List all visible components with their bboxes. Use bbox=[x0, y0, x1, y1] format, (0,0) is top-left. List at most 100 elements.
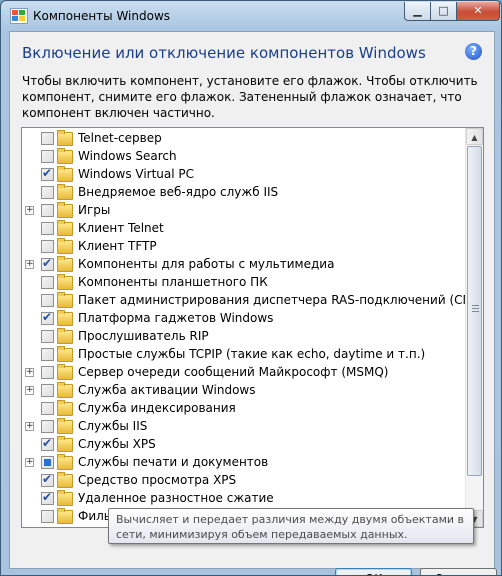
feature-label: Telnet-сервер bbox=[78, 131, 162, 145]
feature-row[interactable]: Клиент TFTP bbox=[22, 238, 462, 256]
help-icon[interactable]: ? bbox=[465, 43, 482, 60]
feature-checkbox[interactable] bbox=[41, 366, 54, 379]
feature-checkbox[interactable] bbox=[41, 490, 54, 505]
expand-icon[interactable]: + bbox=[25, 458, 34, 467]
feature-checkbox[interactable] bbox=[41, 456, 54, 469]
feature-row[interactable]: Прослушиватель RIP bbox=[22, 328, 462, 346]
feature-label: Службы печати и документов bbox=[78, 455, 269, 469]
dialog-window: Компоненты Windows ▁ □ ✕ Включение или о… bbox=[0, 0, 502, 576]
feature-label: Windows Search bbox=[78, 149, 177, 163]
feature-checkbox[interactable] bbox=[41, 472, 54, 487]
feature-checkbox[interactable] bbox=[41, 222, 54, 235]
feature-label: Пакет администрирования диспетчера RAS-п… bbox=[78, 293, 484, 307]
folder-icon bbox=[57, 292, 73, 308]
folder-icon bbox=[57, 472, 73, 488]
feature-label: Простые службы TCPIP (такие как echo, da… bbox=[78, 347, 426, 361]
folder-icon bbox=[57, 184, 73, 200]
feature-row[interactable]: Удаленное разностное сжатие bbox=[22, 490, 462, 508]
feature-row[interactable]: Службы XPS bbox=[22, 436, 462, 454]
vertical-scrollbar[interactable]: ▲ ▼ bbox=[465, 128, 483, 527]
feature-label: Windows Virtual PC bbox=[78, 167, 195, 181]
close-button[interactable]: ✕ bbox=[456, 2, 500, 21]
feature-label: Средство просмотра XPS bbox=[78, 473, 237, 487]
expand-icon[interactable]: + bbox=[25, 368, 34, 377]
title-bar[interactable]: Компоненты Windows ▁ □ ✕ bbox=[1, 1, 501, 31]
folder-icon bbox=[57, 364, 73, 380]
scroll-up-arrow-icon[interactable]: ▲ bbox=[466, 128, 483, 145]
expand-icon[interactable]: + bbox=[25, 422, 34, 431]
feature-checkbox[interactable] bbox=[41, 402, 54, 415]
folder-icon bbox=[57, 400, 73, 416]
feature-label: Прослушиватель RIP bbox=[78, 329, 209, 343]
feature-checkbox[interactable] bbox=[41, 166, 54, 181]
feature-row[interactable]: + Службы IIS bbox=[22, 418, 462, 436]
feature-label: Компоненты для работы с мультимедиа bbox=[78, 257, 335, 271]
feature-checkbox[interactable] bbox=[41, 384, 54, 397]
folder-icon bbox=[57, 166, 73, 182]
folder-icon bbox=[57, 382, 73, 398]
feature-row[interactable]: Внедряемое веб-ядро служб IIS bbox=[22, 184, 462, 202]
feature-label: Внедряемое веб-ядро служб IIS bbox=[78, 185, 279, 199]
folder-icon bbox=[57, 310, 73, 326]
feature-checkbox[interactable] bbox=[41, 150, 54, 163]
feature-checkbox[interactable] bbox=[41, 240, 54, 253]
feature-row[interactable]: Средство просмотра XPS bbox=[22, 472, 462, 490]
maximize-button[interactable]: □ bbox=[430, 2, 457, 21]
feature-checkbox[interactable] bbox=[41, 256, 54, 271]
feature-checkbox[interactable] bbox=[41, 348, 54, 361]
feature-tooltip: Вычисляет и передает различия между двум… bbox=[108, 508, 474, 544]
feature-row[interactable]: Платформа гаджетов Windows bbox=[22, 310, 462, 328]
feature-checkbox[interactable] bbox=[41, 276, 54, 289]
feature-row[interactable]: + Службы печати и документов bbox=[22, 454, 462, 472]
feature-label: Игры bbox=[78, 203, 111, 217]
folder-icon bbox=[57, 274, 73, 290]
feature-row[interactable]: Windows Virtual PC bbox=[22, 166, 462, 184]
cancel-button[interactable]: Отмена bbox=[420, 568, 497, 575]
folder-icon bbox=[57, 130, 73, 146]
minimize-button[interactable]: ▁ bbox=[404, 2, 431, 21]
folder-icon bbox=[57, 418, 73, 434]
feature-checkbox[interactable] bbox=[41, 310, 54, 325]
feature-row[interactable]: Компоненты планшетного ПК bbox=[22, 274, 462, 292]
feature-row[interactable]: + Сервер очереди сообщений Майкрософт (MS… bbox=[22, 364, 462, 382]
folder-icon bbox=[57, 508, 73, 524]
feature-checkbox[interactable] bbox=[41, 186, 54, 199]
feature-checkbox[interactable] bbox=[41, 330, 54, 343]
feature-label: Платформа гаджетов Windows bbox=[78, 311, 274, 325]
feature-checkbox[interactable] bbox=[41, 420, 54, 433]
feature-row[interactable]: + Служба активации Windows bbox=[22, 382, 462, 400]
feature-row[interactable]: Telnet-сервер bbox=[22, 130, 462, 148]
feature-row[interactable]: Windows Search bbox=[22, 148, 462, 166]
feature-checkbox[interactable] bbox=[41, 436, 54, 451]
dialog-content: Включение или отключение компонентов Win… bbox=[9, 31, 497, 575]
feature-checkbox[interactable] bbox=[41, 132, 54, 145]
folder-icon bbox=[57, 220, 73, 236]
feature-checkbox[interactable] bbox=[41, 510, 54, 523]
feature-label: Службы XPS bbox=[78, 437, 156, 451]
page-title: Включение или отключение компонентов Win… bbox=[22, 44, 426, 62]
folder-icon bbox=[57, 202, 73, 218]
feature-row[interactable]: Клиент Telnet bbox=[22, 220, 462, 238]
feature-label: Компоненты планшетного ПК bbox=[78, 275, 268, 289]
folder-icon bbox=[57, 490, 73, 506]
feature-row[interactable]: Служба индексирования bbox=[22, 400, 462, 418]
windows-features-icon bbox=[10, 8, 28, 24]
feature-checkbox[interactable] bbox=[41, 294, 54, 307]
features-tree[interactable]: Telnet-сервер Windows Search Windows Virtu… bbox=[21, 127, 484, 528]
feature-label: Удаленное разностное сжатие bbox=[78, 491, 274, 505]
folder-icon bbox=[57, 346, 73, 362]
feature-row[interactable]: Простые службы TCPIP (такие как echo, da… bbox=[22, 346, 462, 364]
expand-icon[interactable]: + bbox=[25, 260, 34, 269]
feature-checkbox[interactable] bbox=[41, 204, 54, 217]
feature-label: Сервер очереди сообщений Майкрософт (MSM… bbox=[78, 365, 389, 379]
window-title: Компоненты Windows bbox=[33, 9, 171, 23]
ok-button[interactable]: OK bbox=[335, 568, 412, 575]
feature-row[interactable]: Пакет администрирования диспетчера RAS-п… bbox=[22, 292, 483, 310]
scrollbar-thumb[interactable] bbox=[467, 146, 482, 476]
expand-icon[interactable]: + bbox=[25, 386, 34, 395]
feature-label: Клиент Telnet bbox=[78, 221, 164, 235]
instructions-text: Чтобы включить компонент, установите его… bbox=[22, 74, 478, 120]
expand-icon[interactable]: + bbox=[25, 206, 34, 215]
feature-row[interactable]: + Компоненты для работы с мультимедиа bbox=[22, 256, 462, 274]
feature-row[interactable]: + Игры bbox=[22, 202, 462, 220]
